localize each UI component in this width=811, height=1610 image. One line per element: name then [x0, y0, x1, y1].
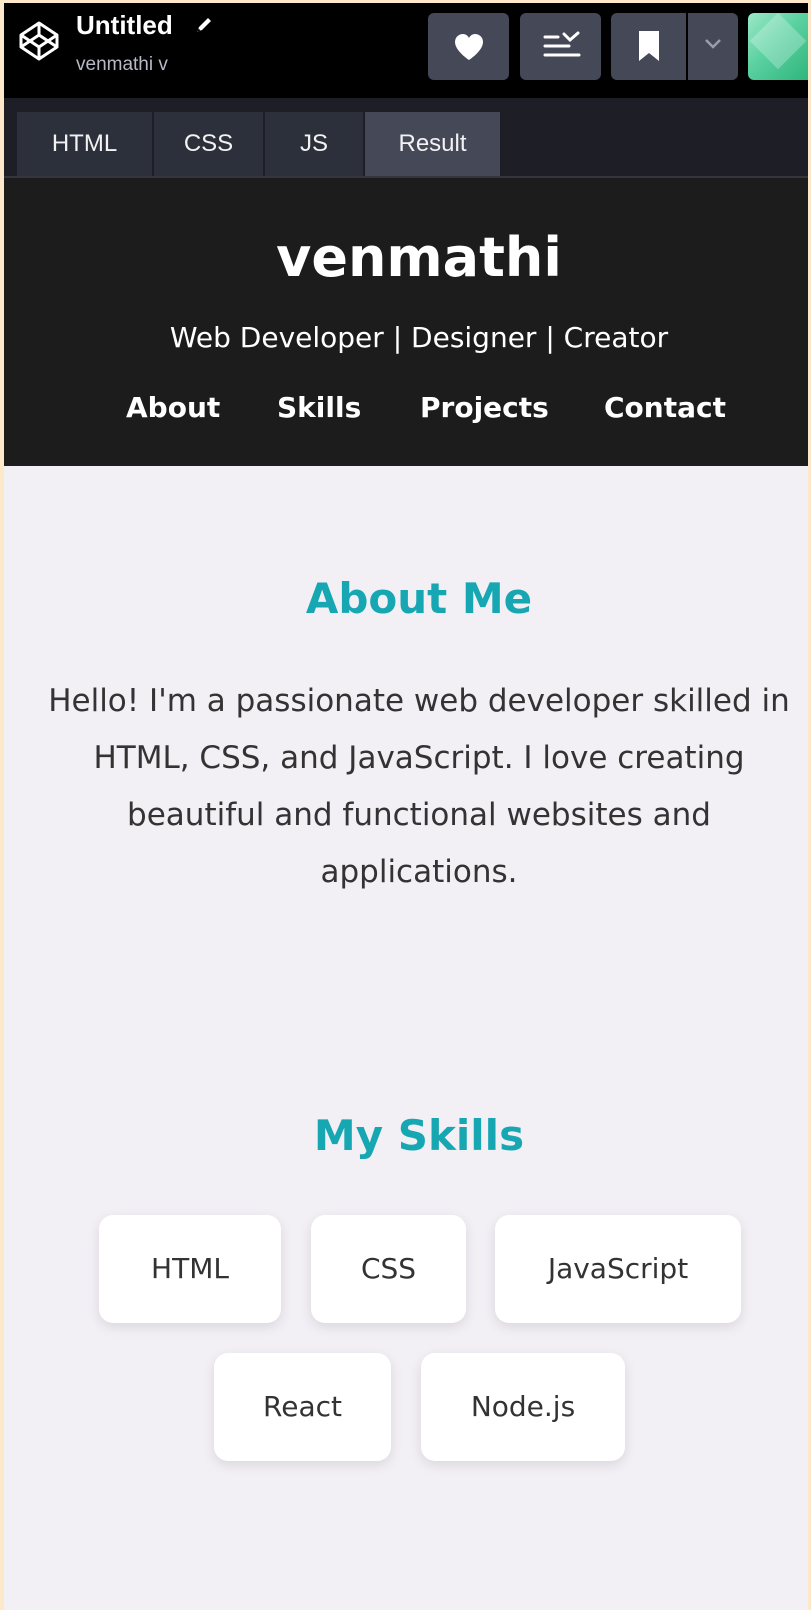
about-paragraph: Hello! I'm a passionate web developer sk… — [48, 683, 790, 890]
pen-author[interactable]: venmathi v — [76, 53, 168, 77]
tab-result[interactable]: Result — [365, 112, 500, 176]
app-frame: Untitled venmathi v HTML CSS JS Result v… — [4, 3, 808, 1610]
view-layout-button[interactable] — [520, 13, 601, 80]
nav-link-about[interactable]: About — [126, 390, 220, 426]
nav-link-contact[interactable]: Contact — [604, 390, 726, 426]
nav-link-skills[interactable]: Skills — [277, 390, 361, 426]
like-button[interactable] — [428, 13, 509, 80]
layout-menu-icon — [543, 31, 581, 57]
avatar-pattern — [749, 13, 807, 70]
save-button[interactable] — [611, 13, 686, 80]
codepen-logo-icon[interactable] — [17, 19, 61, 63]
editor-tabs: HTML CSS JS Result — [4, 98, 808, 178]
pencil-icon[interactable] — [194, 15, 214, 35]
save-options-dropdown[interactable] — [688, 13, 738, 80]
tab-html[interactable]: HTML — [17, 112, 152, 176]
user-avatar[interactable] — [748, 13, 808, 80]
tab-js[interactable]: JS — [265, 112, 363, 176]
skill-card: Node.js — [421, 1353, 625, 1461]
codepen-header: Untitled venmathi v — [4, 3, 808, 98]
site-header: venmathi Web Developer | Designer | Crea… — [4, 178, 808, 466]
skills-heading: My Skills — [313, 1111, 525, 1160]
skill-card: JavaScript — [495, 1215, 741, 1323]
skill-card: CSS — [311, 1215, 466, 1323]
tab-css[interactable]: CSS — [154, 112, 263, 176]
chevron-down-icon — [705, 39, 721, 49]
skill-card: HTML — [99, 1215, 281, 1323]
site-name: venmathi — [276, 226, 562, 289]
site-tagline: Web Developer | Designer | Creator — [169, 321, 669, 354]
nav-link-projects[interactable]: Projects — [420, 390, 549, 426]
pen-title[interactable]: Untitled — [76, 9, 173, 41]
bookmark-icon — [639, 31, 659, 61]
about-heading: About Me — [305, 574, 533, 623]
skill-card: React — [214, 1353, 391, 1461]
heart-icon — [455, 34, 483, 60]
